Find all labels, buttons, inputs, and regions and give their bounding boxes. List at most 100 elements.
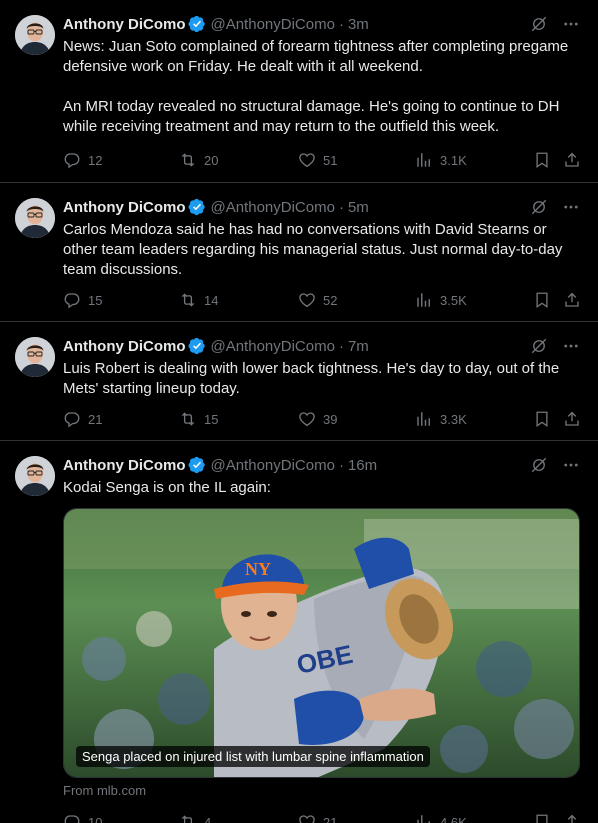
repost-button[interactable]: 4 — [179, 812, 211, 823]
view-count: 4.6K — [440, 814, 467, 823]
share-icon — [563, 291, 581, 309]
author-handle[interactable]: @AnthonyDiComo — [210, 16, 334, 33]
views-icon — [415, 291, 433, 309]
tweet-top-actions — [530, 456, 580, 474]
reply-button[interactable]: 10 — [63, 812, 102, 823]
author-name[interactable]: Anthony DiComo — [63, 338, 185, 355]
more-icon[interactable] — [562, 198, 580, 216]
link-card-image[interactable]: OBE NY Senga placed on injured list with… — [63, 508, 580, 778]
views-icon — [415, 813, 433, 823]
like-count: 52 — [323, 292, 338, 308]
share-icon — [563, 813, 581, 823]
repost-icon — [179, 151, 197, 169]
svg-text:NY: NY — [245, 559, 271, 579]
tweet-actions: 15 14 52 3.5K — [63, 290, 588, 310]
like-button[interactable]: 52 — [298, 290, 337, 310]
share-button[interactable] — [563, 150, 581, 170]
tweet-actions: 21 15 39 3.3K — [63, 409, 588, 429]
tweet-top-actions — [530, 198, 580, 216]
repost-icon — [179, 813, 197, 823]
bookmark-icon — [533, 410, 551, 428]
pitcher-photo: OBE NY — [64, 509, 579, 777]
views-button[interactable]: 3.5K — [415, 290, 467, 310]
separator-dot: · — [338, 456, 344, 474]
card-source[interactable]: From mlb.com — [63, 783, 146, 798]
reply-icon — [63, 291, 81, 309]
tweet[interactable]: Anthony DiComo @AnthonyDiComo · 7m Luis … — [0, 322, 598, 441]
avatar-icon — [15, 456, 55, 496]
author-name[interactable]: Anthony DiComo — [63, 199, 185, 216]
more-icon[interactable] — [562, 456, 580, 474]
like-button[interactable]: 21 — [298, 812, 337, 823]
bookmark-icon — [533, 151, 551, 169]
reply-button[interactable]: 15 — [63, 290, 102, 310]
like-count: 21 — [323, 814, 338, 823]
grok-icon[interactable] — [530, 337, 548, 355]
share-button[interactable] — [563, 290, 581, 310]
bookmark-button[interactable] — [533, 150, 551, 170]
tweet-top-actions — [530, 15, 580, 33]
share-icon — [563, 410, 581, 428]
like-button[interactable]: 39 — [298, 409, 337, 429]
reply-icon — [63, 151, 81, 169]
repost-button[interactable]: 15 — [179, 409, 218, 429]
verified-badge-icon — [188, 337, 206, 355]
views-button[interactable]: 3.3K — [415, 409, 467, 429]
tweet[interactable]: Anthony DiComo @AnthonyDiComo · 5m Carlo… — [0, 183, 598, 322]
author-handle[interactable]: @AnthonyDiComo — [210, 338, 334, 355]
view-count: 3.1K — [440, 152, 467, 168]
more-icon[interactable] — [562, 15, 580, 33]
timestamp[interactable]: 3m — [348, 16, 369, 33]
like-button[interactable]: 51 — [298, 150, 337, 170]
tweet-top-actions — [530, 337, 580, 355]
views-icon — [415, 410, 433, 428]
bookmark-button[interactable] — [533, 812, 551, 823]
repost-button[interactable]: 20 — [179, 150, 218, 170]
tweet-actions: 12 20 51 3.1K — [63, 150, 588, 170]
repost-icon — [179, 410, 197, 428]
avatar[interactable] — [15, 198, 55, 238]
repost-count: 14 — [204, 292, 219, 308]
author-handle[interactable]: @AnthonyDiComo — [210, 457, 334, 474]
tweet-actions: 10 4 21 4.6K — [63, 812, 588, 823]
avatar-icon — [15, 15, 55, 55]
like-icon — [298, 813, 316, 823]
reply-count: 21 — [88, 411, 103, 427]
grok-icon[interactable] — [530, 198, 548, 216]
repost-button[interactable]: 14 — [179, 290, 218, 310]
tweet-header: Anthony DiComo @AnthonyDiComo · 5m — [63, 197, 369, 217]
reply-button[interactable]: 21 — [63, 409, 102, 429]
timestamp[interactable]: 16m — [348, 457, 377, 474]
repost-count: 20 — [204, 152, 219, 168]
avatar[interactable] — [15, 456, 55, 496]
more-icon[interactable] — [562, 337, 580, 355]
reply-count: 10 — [88, 814, 103, 823]
author-name[interactable]: Anthony DiComo — [63, 16, 185, 33]
grok-icon[interactable] — [530, 15, 548, 33]
bookmark-button[interactable] — [533, 290, 551, 310]
author-handle[interactable]: @AnthonyDiComo — [210, 199, 334, 216]
author-name[interactable]: Anthony DiComo — [63, 457, 185, 474]
views-button[interactable]: 4.6K — [415, 812, 467, 823]
reply-button[interactable]: 12 — [63, 150, 102, 170]
tweet-header: Anthony DiComo @AnthonyDiComo · 16m — [63, 455, 377, 475]
reply-icon — [63, 813, 81, 823]
tweet[interactable]: Anthony DiComo @AnthonyDiComo · 3m News:… — [0, 0, 598, 183]
share-button[interactable] — [563, 409, 581, 429]
avatar-icon — [15, 337, 55, 377]
card-caption: Senga placed on injured list with lumbar… — [76, 746, 430, 767]
avatar[interactable] — [15, 15, 55, 55]
separator-dot: · — [338, 337, 344, 355]
views-button[interactable]: 3.1K — [415, 150, 467, 170]
bookmark-button[interactable] — [533, 409, 551, 429]
like-icon — [298, 151, 316, 169]
grok-icon[interactable] — [530, 456, 548, 474]
timestamp[interactable]: 5m — [348, 199, 369, 216]
timestamp[interactable]: 7m — [348, 338, 369, 355]
view-count: 3.5K — [440, 292, 467, 308]
avatar[interactable] — [15, 337, 55, 377]
share-button[interactable] — [563, 812, 581, 823]
separator-dot: · — [338, 15, 344, 33]
repost-count: 15 — [204, 411, 219, 427]
repost-count: 4 — [204, 814, 212, 823]
